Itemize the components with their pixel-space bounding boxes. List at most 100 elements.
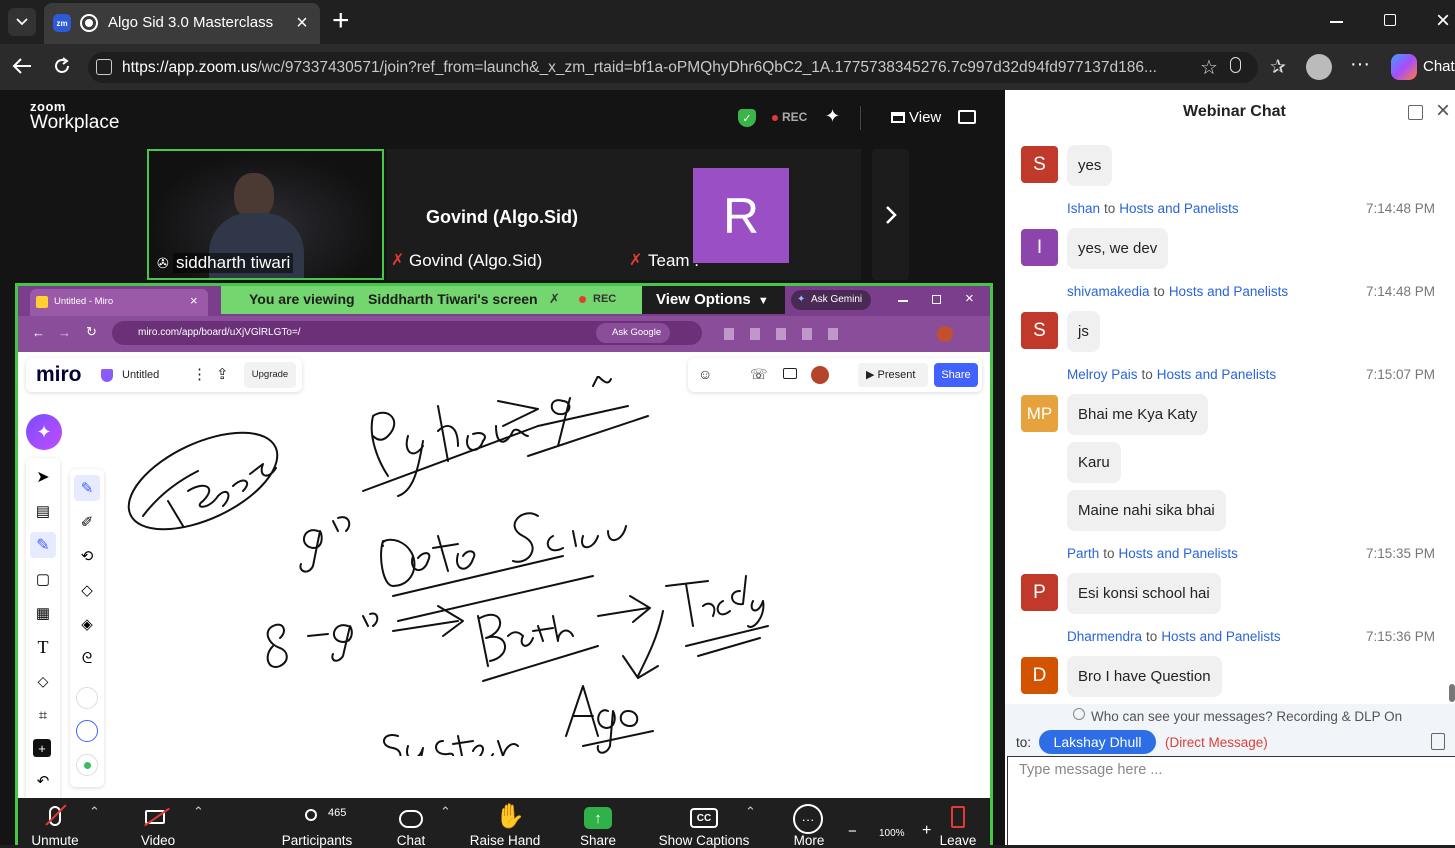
message-input[interactable]: Type message here ... <box>1007 756 1455 845</box>
arrow-to-breadth <box>392 605 464 637</box>
recipient-name: Hosts and Panelists <box>1118 546 1238 561</box>
video-tile-siddharth[interactable]: ✇ siddharth tiwari <box>147 149 384 280</box>
recipient-name: Hosts and Panelists <box>1119 201 1239 216</box>
smart-draw-icon[interactable]: ⟲ <box>74 543 100 569</box>
trading-circle <box>127 431 279 531</box>
chat-popout-icon[interactable] <box>1408 105 1423 120</box>
pen-tool-icon[interactable]: ✎ <box>30 532 56 558</box>
shapes-tool-icon[interactable]: ◇ <box>30 668 56 694</box>
share-screen-button[interactable]: ↑ Share <box>568 800 628 848</box>
video-options-chevron-icon[interactable]: ⌃ <box>193 804 204 820</box>
tab-list-icon[interactable] <box>8 8 36 36</box>
view-button[interactable]: View <box>909 109 941 126</box>
ai-sparkle-icon[interactable]: ✦ <box>825 106 840 127</box>
site-info-icon[interactable] <box>96 59 112 75</box>
miro-favicon-icon <box>36 296 48 308</box>
close-window-icon[interactable]: × <box>1432 7 1454 34</box>
copilot-chat-label[interactable]: Chat <box>1423 58 1455 75</box>
message-avatar: S <box>1021 146 1058 183</box>
participants-button[interactable]: 465 Participants <box>276 800 358 848</box>
url-field[interactable]: https://app.zoom.us/wc/97337430571/join?… <box>88 52 1258 83</box>
color-green-option[interactable] <box>76 754 98 776</box>
popout-icon[interactable] <box>958 110 976 124</box>
minimize-icon[interactable] <box>1330 21 1343 23</box>
templates-tool-icon[interactable]: ▤ <box>30 498 56 524</box>
privacy-user-icon[interactable] <box>1073 708 1085 720</box>
zoom-out-icon[interactable]: − <box>848 823 857 840</box>
pen-option-icon[interactable]: ✎ <box>74 475 100 501</box>
add-tool-icon[interactable]: + <box>33 739 51 757</box>
view-options-button[interactable]: View Options ▼ <box>642 286 785 314</box>
next-tiles-chevron-icon[interactable] <box>872 149 909 280</box>
ask-google-chip[interactable]: Ask Google <box>596 323 670 343</box>
inner-url-field[interactable]: miro.com/app/board/uXjVGlRLGTo=/ Ask Goo… <box>112 321 702 345</box>
chat-options-chevron-icon[interactable]: ⌃ <box>440 804 451 820</box>
chat-button[interactable]: Chat <box>382 800 440 848</box>
collaborator-avatar[interactable] <box>811 366 829 384</box>
miro-logo[interactable]: miro <box>36 363 82 387</box>
data-science-underline <box>392 555 594 622</box>
highlighter-icon[interactable]: ✐ <box>74 509 100 535</box>
recipient-selector[interactable]: Lakshay Dhull <box>1039 730 1156 754</box>
profile-avatar[interactable] <box>1306 54 1332 80</box>
present-button[interactable]: ▶ Present <box>858 363 928 387</box>
inner-forward-icon[interactable]: → <box>58 325 71 340</box>
frame-tool-icon[interactable]: ▦ <box>30 600 56 626</box>
inner-tab-close-icon[interactable]: × <box>190 293 198 308</box>
browser-tab-active[interactable]: zm Algo Sid 3.0 Masterclass × <box>44 3 320 44</box>
crop-tool-icon[interactable]: ⌗ <box>30 702 56 728</box>
favorite-star-icon[interactable]: ☆ <box>1197 55 1221 79</box>
chat-scrollbar[interactable] <box>1449 684 1455 702</box>
eraser-icon[interactable]: ◇ <box>74 577 100 603</box>
reload-icon[interactable] <box>50 54 74 78</box>
view-grid-icon[interactable] <box>891 112 905 123</box>
more-button[interactable]: ··· More <box>788 800 830 848</box>
file-attach-icon[interactable] <box>1431 733 1445 750</box>
size-medium-option[interactable] <box>76 720 98 742</box>
inner-close-icon[interactable]: × <box>965 290 974 307</box>
inner-profile-avatar[interactable] <box>937 326 953 342</box>
inner-extension-icons[interactable] <box>724 328 854 340</box>
lasso-icon[interactable]: ᘓ <box>74 645 100 671</box>
copilot-icon[interactable] <box>1391 54 1417 80</box>
encryption-shield-icon[interactable]: ✓ <box>738 109 756 127</box>
message-time: 7:15:35 PM <box>1365 546 1435 561</box>
captions-button[interactable]: CC Show Captions <box>652 800 756 848</box>
back-arrow-icon[interactable] <box>10 54 34 78</box>
more-menu-icon[interactable]: ··· <box>1350 53 1370 76</box>
inner-back-icon[interactable]: ← <box>32 325 45 340</box>
inner-restore-icon[interactable] <box>932 295 941 304</box>
tab-close-icon[interactable]: × <box>290 11 314 35</box>
tab-title: Algo Sid 3.0 Masterclass <box>108 14 274 31</box>
microphone-icon[interactable] <box>1230 57 1241 73</box>
sticky-note-tool-icon[interactable]: ▢ <box>30 566 56 592</box>
video-tile-govind[interactable]: Govind (Algo.Sid) ✗ Govind (Algo.Sid) R … <box>387 149 861 280</box>
unmute-button[interactable]: Unmute <box>20 800 90 848</box>
restore-icon[interactable] <box>1384 14 1396 26</box>
undo-tool-icon[interactable]: ↶ <box>30 768 56 794</box>
inner-reload-icon[interactable]: ↻ <box>86 324 97 340</box>
raise-hand-button[interactable]: ✋ Raise Hand <box>465 800 545 848</box>
miro-ai-button[interactable]: ✦ <box>26 414 62 450</box>
size-small-option[interactable] <box>76 687 98 709</box>
share-board-button[interactable]: Share <box>934 363 978 387</box>
captions-options-chevron-icon[interactable]: ⌃ <box>745 804 756 820</box>
recipient-name: Hosts and Panelists <box>1168 284 1289 299</box>
favorites-icon[interactable]: ✰ <box>1266 55 1290 79</box>
new-tab-button[interactable]: + <box>332 4 350 38</box>
inner-minimize-icon[interactable] <box>898 300 908 302</box>
select-tool-icon[interactable]: ➤ <box>30 464 56 490</box>
video-button[interactable]: Video <box>124 800 192 848</box>
ask-gemini-chip[interactable]: ✦ Ask Gemini <box>791 290 871 310</box>
audio-options-chevron-icon[interactable]: ⌃ <box>89 804 100 820</box>
object-eraser-icon[interactable]: ◈ <box>74 611 100 637</box>
text-tool-icon[interactable]: T <box>30 634 56 660</box>
privacy-note[interactable]: Who can see your messages? Recording & D… <box>1091 709 1402 724</box>
shared-screen[interactable]: Untitled - Miro × ✦ Ask Gemini × ← → ↻ mi… <box>15 283 993 845</box>
inner-tab[interactable]: Untitled - Miro × <box>30 289 208 316</box>
zoom-in-icon[interactable]: + <box>922 822 931 840</box>
share-banner: You are viewing Siddharth Tiwari's scree… <box>221 286 642 314</box>
whiteboard-sketch <box>127 376 769 756</box>
chat-close-icon[interactable]: × <box>1433 97 1453 124</box>
leave-button[interactable]: Leave <box>935 800 981 848</box>
